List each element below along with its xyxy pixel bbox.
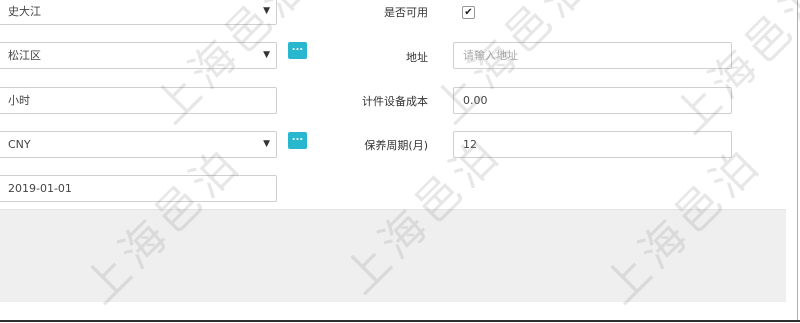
bottom-border — [0, 320, 800, 322]
responsible-person-select[interactable]: 史大江 ▼ — [0, 0, 277, 25]
check-icon: ✔ — [464, 7, 473, 18]
responsible-person-value: 史大江 — [8, 5, 41, 18]
district-more-button[interactable]: ... — [288, 42, 307, 59]
piece-cost-input[interactable]: 0.00 — [453, 87, 732, 114]
unit-input[interactable]: 小时 — [0, 87, 277, 114]
maintenance-period-value: 12 — [463, 138, 477, 151]
chevron-down-icon: ▼ — [263, 6, 270, 16]
currency-more-button[interactable]: ... — [288, 132, 307, 149]
piece-cost-label: 计件设备成本 — [362, 95, 428, 108]
chevron-down-icon: ▼ — [263, 50, 270, 60]
footer-area — [0, 209, 786, 302]
district-value: 松江区 — [8, 49, 41, 62]
enabled-checkbox[interactable]: ✔ — [462, 6, 475, 19]
maintenance-period-label: 保养周期(月) — [364, 139, 428, 152]
enabled-label: 是否可用 — [384, 6, 428, 19]
unit-value: 小时 — [8, 94, 30, 107]
currency-select[interactable]: CNY ▼ — [0, 131, 277, 158]
piece-cost-value: 0.00 — [463, 94, 488, 107]
start-date-value: 2019-01-01 — [8, 182, 72, 195]
chevron-down-icon: ▼ — [263, 139, 270, 149]
district-select[interactable]: 松江区 ▼ — [0, 42, 277, 69]
currency-value: CNY — [8, 138, 31, 151]
start-date-input[interactable]: 2019-01-01 — [0, 175, 277, 202]
maintenance-period-input[interactable]: 12 — [453, 131, 732, 158]
address-label: 地址 — [406, 51, 428, 64]
address-placeholder: 请输入地址 — [463, 49, 518, 62]
address-input[interactable]: 请输入地址 — [453, 42, 732, 69]
